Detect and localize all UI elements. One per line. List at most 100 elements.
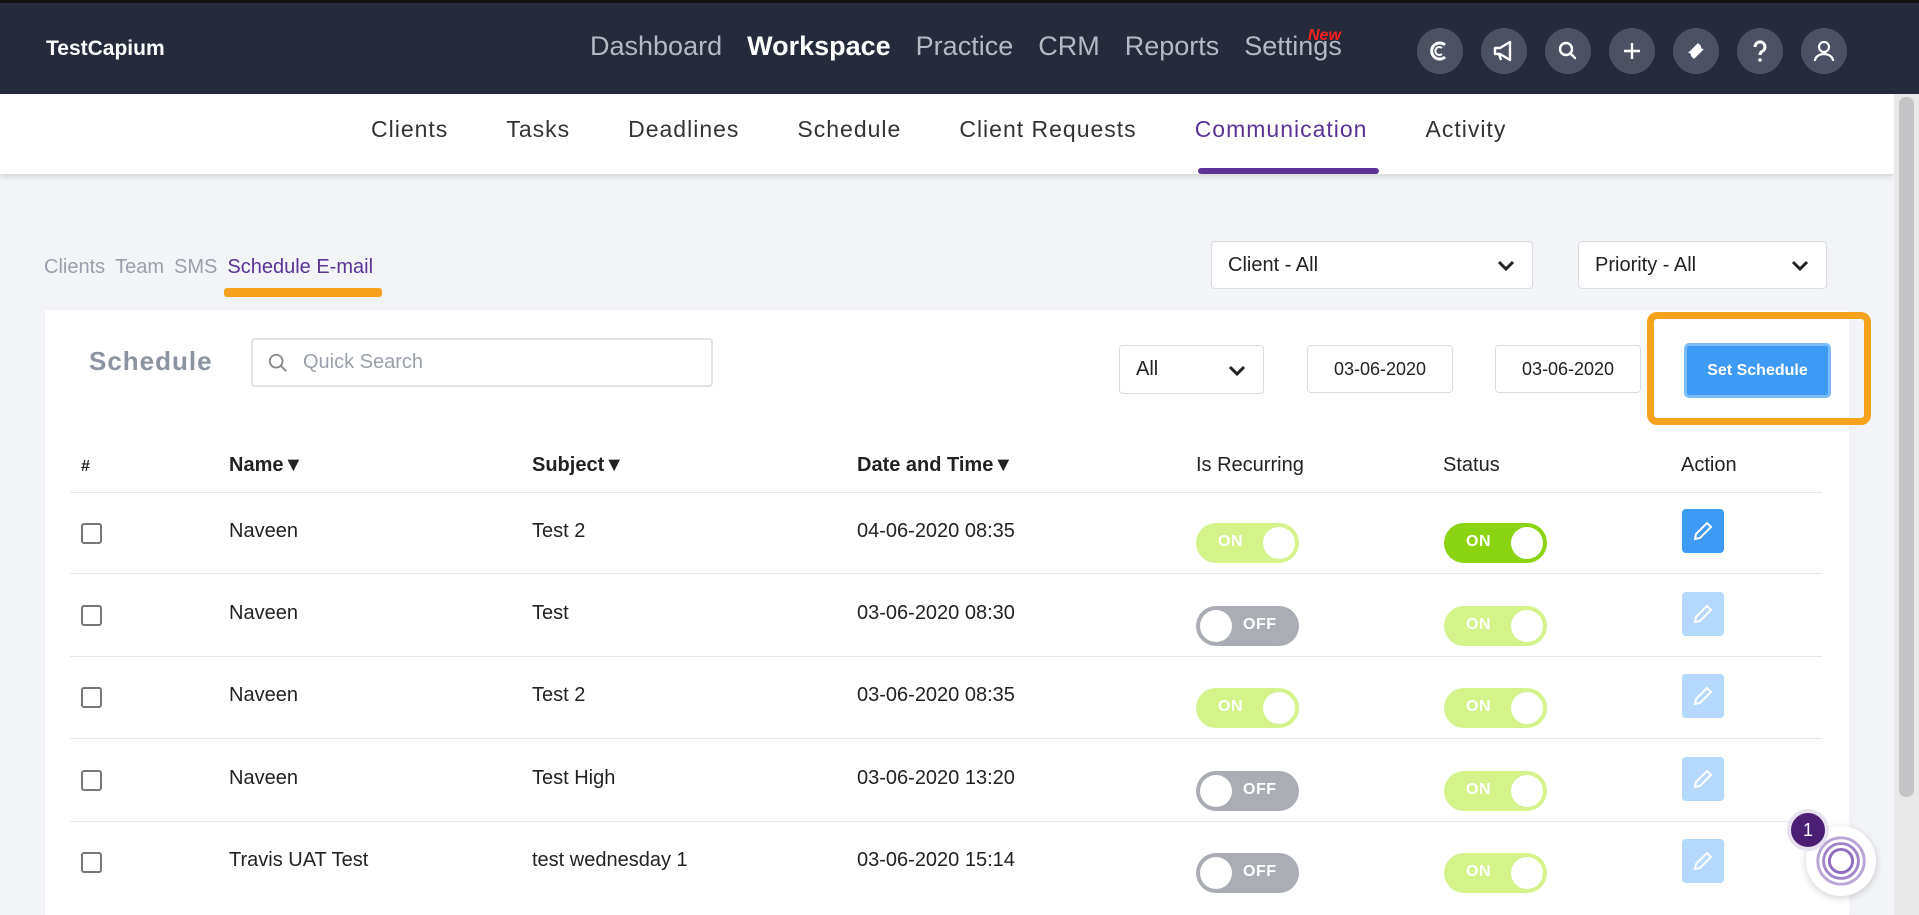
- type-filter-dropdown[interactable]: All: [1119, 345, 1264, 394]
- user-icon[interactable]: [1801, 28, 1847, 74]
- status-toggle[interactable]: ON: [1444, 771, 1547, 811]
- toggle-label: ON: [1466, 781, 1491, 798]
- status-toggle[interactable]: ON: [1444, 853, 1547, 893]
- active-tab-indicator: [1198, 168, 1379, 174]
- row-name: Naveen: [229, 767, 298, 789]
- col-header-datetime[interactable]: Date and Time▼: [857, 454, 1013, 477]
- nav-dashboard[interactable]: Dashboard: [590, 31, 722, 62]
- toggle-knob: [1263, 692, 1295, 724]
- toggle-label: ON: [1466, 616, 1491, 633]
- toggle-knob: [1200, 775, 1232, 807]
- priority-filter-dropdown[interactable]: Priority - All: [1578, 241, 1827, 289]
- row-checkbox[interactable]: [81, 852, 102, 873]
- row-subject: Test 2: [532, 684, 586, 706]
- brand-name[interactable]: TestCapium: [46, 37, 165, 61]
- toggle-knob: [1200, 610, 1232, 642]
- col-header-action: Action: [1681, 454, 1737, 476]
- col-header-status: Status: [1443, 454, 1500, 476]
- edit-button[interactable]: [1682, 674, 1724, 718]
- recurring-toggle[interactable]: ON: [1196, 688, 1299, 728]
- row-checkbox[interactable]: [81, 605, 102, 626]
- col-header-subject[interactable]: Subject▼: [532, 454, 624, 477]
- row-checkbox[interactable]: [81, 687, 102, 708]
- toggle-label: ON: [1218, 698, 1243, 715]
- new-badge: New: [1308, 27, 1341, 44]
- col-header-number: #: [81, 458, 90, 475]
- client-filter-dropdown[interactable]: Client - All: [1211, 241, 1533, 289]
- recurring-toggle[interactable]: OFF: [1196, 771, 1299, 811]
- tab-activity[interactable]: Activity: [1425, 116, 1506, 143]
- pencil-icon: [1693, 851, 1713, 871]
- row-datetime: 03-06-2020 08:35: [857, 684, 1015, 706]
- set-schedule-button[interactable]: Set Schedule: [1684, 343, 1831, 398]
- status-toggle[interactable]: ON: [1444, 688, 1547, 728]
- search-input[interactable]: [303, 351, 683, 374]
- chevron-down-icon: [1228, 365, 1246, 376]
- recurring-toggle[interactable]: ON: [1196, 523, 1299, 563]
- chevron-down-icon: [1791, 260, 1809, 272]
- schedule-title: Schedule: [89, 346, 213, 376]
- row-checkbox[interactable]: [81, 523, 102, 544]
- quick-search[interactable]: [251, 338, 713, 387]
- row-checkbox[interactable]: [81, 770, 102, 791]
- nav-workspace[interactable]: Workspace: [747, 31, 891, 62]
- row-datetime: 03-06-2020 15:14: [857, 849, 1015, 871]
- pencil-icon: [1693, 686, 1713, 706]
- col-header-name[interactable]: Name▼: [229, 454, 303, 477]
- header-divider: [70, 492, 1822, 493]
- edit-button[interactable]: [1682, 839, 1724, 883]
- row-divider: [70, 573, 1822, 574]
- row-datetime: 04-06-2020 08:35: [857, 520, 1015, 542]
- row-subject: Test High: [532, 767, 616, 789]
- search-icon[interactable]: [1545, 28, 1591, 74]
- row-name: Travis UAT Test: [229, 849, 369, 871]
- tab-clients[interactable]: Clients: [371, 116, 448, 143]
- edit-button[interactable]: [1682, 509, 1724, 553]
- toggle-label: OFF: [1243, 616, 1277, 633]
- recurring-toggle[interactable]: OFF: [1196, 606, 1299, 646]
- nav-reports[interactable]: Reports: [1125, 31, 1220, 62]
- client-filter-value: Client - All: [1228, 253, 1319, 276]
- comm-tab-clients[interactable]: Clients: [44, 256, 105, 279]
- edit-button[interactable]: [1682, 757, 1724, 801]
- row-datetime: 03-06-2020 13:20: [857, 767, 1015, 789]
- date-to-input[interactable]: 03-06-2020: [1495, 345, 1641, 393]
- tab-schedule[interactable]: Schedule: [797, 116, 901, 143]
- toggle-knob: [1511, 775, 1543, 807]
- comm-tab-highlight: [224, 288, 382, 297]
- help-icon[interactable]: [1737, 28, 1783, 74]
- toggle-knob: [1511, 527, 1543, 559]
- col-header-recurring: Is Recurring: [1196, 454, 1304, 476]
- row-name: Naveen: [229, 684, 298, 706]
- comm-tab-schedule-email[interactable]: Schedule E-mail: [227, 256, 373, 279]
- main-nav: Dashboard Workspace Practice CRM Reports…: [590, 31, 1342, 62]
- row-divider: [70, 821, 1822, 822]
- toggle-label: ON: [1466, 698, 1491, 715]
- toggle-label: ON: [1466, 533, 1491, 550]
- status-toggle[interactable]: ON: [1444, 606, 1547, 646]
- scrollbar-thumb[interactable]: [1899, 97, 1914, 797]
- toggle-label: ON: [1466, 863, 1491, 880]
- comm-tab-team[interactable]: Team: [115, 256, 164, 279]
- top-icon-row: [1417, 28, 1847, 74]
- megaphone-icon[interactable]: [1481, 28, 1527, 74]
- tab-deadlines[interactable]: Deadlines: [628, 116, 739, 143]
- toggle-knob: [1263, 527, 1295, 559]
- capium-logo-icon[interactable]: [1417, 28, 1463, 74]
- date-from-input[interactable]: 03-06-2020: [1307, 345, 1453, 393]
- plus-icon[interactable]: [1609, 28, 1655, 74]
- nav-crm[interactable]: CRM: [1038, 31, 1100, 62]
- comm-tab-sms[interactable]: SMS: [174, 256, 217, 279]
- tab-communication[interactable]: Communication: [1195, 116, 1368, 143]
- recurring-toggle[interactable]: OFF: [1196, 853, 1299, 893]
- row-name: Naveen: [229, 520, 298, 542]
- chevron-down-icon: [1497, 260, 1515, 272]
- edit-button[interactable]: [1682, 592, 1724, 636]
- tab-client-requests[interactable]: Client Requests: [959, 116, 1136, 143]
- communication-tabs: Clients Team SMS Schedule E-mail: [44, 256, 373, 279]
- status-toggle[interactable]: ON: [1444, 523, 1547, 563]
- ticket-icon[interactable]: [1673, 28, 1719, 74]
- tab-tasks[interactable]: Tasks: [506, 116, 570, 143]
- row-subject: test wednesday 1: [532, 849, 688, 871]
- nav-practice[interactable]: Practice: [916, 31, 1014, 62]
